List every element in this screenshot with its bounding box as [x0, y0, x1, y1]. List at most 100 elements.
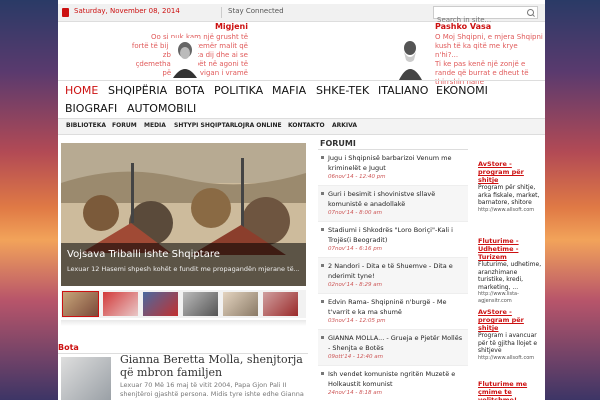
subnav-item-forum[interactable]: FORUM [112, 122, 137, 129]
forum-item[interactable]: Ish vendet komuniste ngritën Muzetë e Ho… [318, 366, 468, 400]
forum-item-date: 06nov'14 - 12:40 pm [328, 174, 386, 180]
article-excerpt: Lexuar 70 Më 16 maj të vitit 2004, Papa … [120, 381, 304, 400]
slider-caption: Vojsava Triballi ishte Shqiptare Lexuar … [61, 243, 306, 286]
quote-line: përdhet si vigan i vramë [162, 69, 248, 77]
bullet-icon [321, 372, 324, 375]
forum-list: Jugu i Shqipnisë barbarizoi Venum me kri… [318, 150, 468, 400]
author-portrait-right [398, 38, 423, 80]
section-title[interactable]: Bota [58, 343, 79, 352]
ad-heading[interactable]: Fluturime - Udhetime - Turizem [478, 237, 544, 261]
quote-line: fortë të bij mu në zemër malit që [131, 42, 248, 50]
quote-text: Oo si nuk kam një grusht të fortë të bij… [60, 33, 248, 78]
author-portrait-left [171, 38, 198, 78]
forum-item[interactable]: Stadiumi i Shkodrës "Loro Boriçi"-Kali i… [318, 222, 468, 258]
quote-author: Pashko Vasa [435, 22, 492, 31]
bullet-icon [321, 192, 324, 195]
forum-item-date: 07nov'14 - 6:16 pm [328, 246, 383, 252]
bullet-icon [321, 300, 324, 303]
forum-item-title[interactable]: Jugu i Shqipnisë barbarizoi Venum me kri… [328, 153, 466, 173]
forum-item-title[interactable]: Edvin Rama- Shqipninë n'burgë - Me t'var… [328, 297, 466, 317]
subnav-item-biblioteka[interactable]: BIBLIOTEKA [66, 122, 106, 129]
forum-item[interactable]: 2 Nandori - Dita e të Shuemve - Dita e n… [318, 258, 468, 294]
quote-line: kush të ka qitë me krye n'hi?... [435, 42, 518, 59]
current-date: Saturday, November 08, 2014 [74, 7, 180, 15]
nav-item-bota[interactable]: BOTA [175, 84, 204, 97]
main-navigation: HOME SHQIPËRIA BOTA POLITIKA MAFIA SHKE-… [58, 80, 545, 119]
forum-title: FORUMI [320, 139, 356, 148]
subnav-item-kontakto[interactable]: KONTAKTO [288, 122, 325, 129]
slider-shadow [61, 320, 306, 326]
slider-thumbnail[interactable] [223, 292, 258, 316]
divider [221, 7, 222, 18]
article-title[interactable]: Gianna Beretta Molla, shenjtorja që mbro… [120, 353, 310, 379]
forum-item-date: 03nov'14 - 12:05 pm [328, 318, 386, 324]
quote-line: O Moj Shqipni, e mjera Shqipni [435, 33, 543, 41]
nav-item-italiano[interactable]: ITALIANO [378, 84, 428, 97]
forum-item-title[interactable]: GIANNA MOLLA... - Grueja e Pjetër Mollës… [328, 333, 466, 353]
ad-url[interactable]: http://www.lista-agjensitr.com [478, 291, 544, 305]
bullet-icon [321, 336, 324, 339]
ad-block[interactable]: Fluturime - Udhetime - Turizem Fluturime… [478, 237, 544, 305]
ad-url[interactable]: http://www.allsoft.com [478, 207, 544, 214]
slider-thumbnail[interactable] [103, 292, 138, 316]
subnav-item-arkiva[interactable]: ARKIVA [332, 122, 357, 129]
top-bar: Saturday, November 08, 2014 Stay Connect… [58, 4, 545, 26]
article-thumbnail[interactable] [61, 357, 111, 400]
forum-item-title[interactable]: 2 Nandori - Dita e të Shuemve - Dita e n… [328, 261, 466, 281]
quote-line: Ti ke pas kenë një zonjë e [435, 60, 526, 68]
sub-navigation: BIBLIOTEKA FORUM MEDIA SHTYPI SHQIPTAR L… [58, 118, 545, 135]
nav-item-ekonomi[interactable]: EKONOMI [436, 84, 488, 97]
slider-excerpt: Lexuar 12 Hasemi shpesh kohët e fundit m… [67, 265, 299, 273]
search-icon[interactable] [527, 9, 534, 16]
nav-item-mafia[interactable]: MAFIA [272, 84, 306, 97]
quote-line: çdemethanë i dobët në agoni të [135, 60, 248, 68]
ad-body: Program për shitje, arka fiskale, market… [478, 184, 540, 206]
slider-thumbnail[interactable] [183, 292, 218, 316]
slider-thumbnails [61, 290, 306, 318]
slider-thumbnail[interactable] [62, 291, 99, 317]
nav-item-shke-tek[interactable]: SHKE-TEK [316, 84, 369, 97]
forum-item-title[interactable]: Stadiumi i Shkodrës "Loro Boriçi"-Kali i… [328, 225, 466, 245]
ad-block[interactable]: AvStore - program për shitje Program për… [478, 160, 544, 214]
bullet-icon [321, 228, 324, 231]
featured-slider[interactable]: Vojsava Triballi ishte Shqiptare Lexuar … [61, 143, 306, 286]
bullet-icon [321, 156, 324, 159]
forum-item[interactable]: Guri i besimit i shovinistve sllavë komu… [318, 186, 468, 222]
search-box[interactable] [433, 6, 538, 26]
subnav-item-lojra-online[interactable]: LOJRA ONLINE [234, 122, 282, 129]
nav-item-politika[interactable]: POLITIKA [214, 84, 263, 97]
forum-item-date: 02nov'14 - 8:29 am [328, 282, 382, 288]
ad-block[interactable]: AvStore - program për shitje Program i a… [478, 308, 544, 362]
nav-item-automobili[interactable]: AUTOMOBILI [127, 102, 196, 115]
ad-heading[interactable]: AvStore - program për shitje [478, 160, 544, 184]
page: Saturday, November 08, 2014 Stay Connect… [58, 0, 545, 400]
calendar-icon [62, 8, 69, 17]
quote-line: zbëzanë, ta dij dhe ai se [162, 51, 248, 59]
ad-block[interactable]: Fluturime me çmime te volitshme! [478, 380, 544, 400]
slider-thumbnail[interactable] [143, 292, 178, 316]
quote-author: Migjeni [214, 22, 248, 31]
forum-item-title[interactable]: Ish vendet komuniste ngritën Muzetë e Ho… [328, 369, 466, 389]
ad-body: Program i avancuar për të gjitha llojet … [478, 332, 538, 354]
quote-text: O Moj Shqipni, e mjera Shqipni kush të k… [435, 33, 543, 87]
forum-item[interactable]: GIANNA MOLLA... - Grueja e Pjetër Mollës… [318, 330, 468, 366]
quote-line: rande që burrat e dheut të [435, 69, 529, 77]
nav-item-shqiperia[interactable]: SHQIPËRIA [108, 84, 167, 97]
ad-body: Fluturime, udhetime, aranzhimane turisti… [478, 261, 542, 291]
forum-item-title[interactable]: Guri i besimit i shovinistve sllavë komu… [328, 189, 466, 209]
nav-item-biografi[interactable]: BIOGRAFI [65, 102, 117, 115]
ad-heading[interactable]: AvStore - program për shitje [478, 308, 544, 332]
nav-item-home[interactable]: HOME [65, 84, 98, 97]
forum-item-date: 24nov'14 - 8:18 am [328, 390, 382, 396]
forum-item[interactable]: Edvin Rama- Shqipninë n'burgë - Me t'var… [318, 294, 468, 330]
forum-item-date: 07nov'14 - 8:00 am [328, 210, 382, 216]
subnav-item-media[interactable]: MEDIA [144, 122, 166, 129]
subnav-item-shtypi-shqiptar[interactable]: SHTYPI SHQIPTAR [174, 122, 234, 129]
quote-line: Oo si nuk kam një grusht të [150, 33, 248, 41]
ad-heading[interactable]: Fluturime me çmime te volitshme! [478, 380, 544, 400]
slider-title[interactable]: Vojsava Triballi ishte Shqiptare [67, 249, 220, 260]
forum-item[interactable]: Jugu i Shqipnisë barbarizoi Venum me kri… [318, 150, 468, 186]
stay-connected-link[interactable]: Stay Connected [228, 7, 284, 15]
ad-url[interactable]: http://www.allsoft.com [478, 355, 544, 362]
slider-thumbnail[interactable] [263, 292, 298, 316]
